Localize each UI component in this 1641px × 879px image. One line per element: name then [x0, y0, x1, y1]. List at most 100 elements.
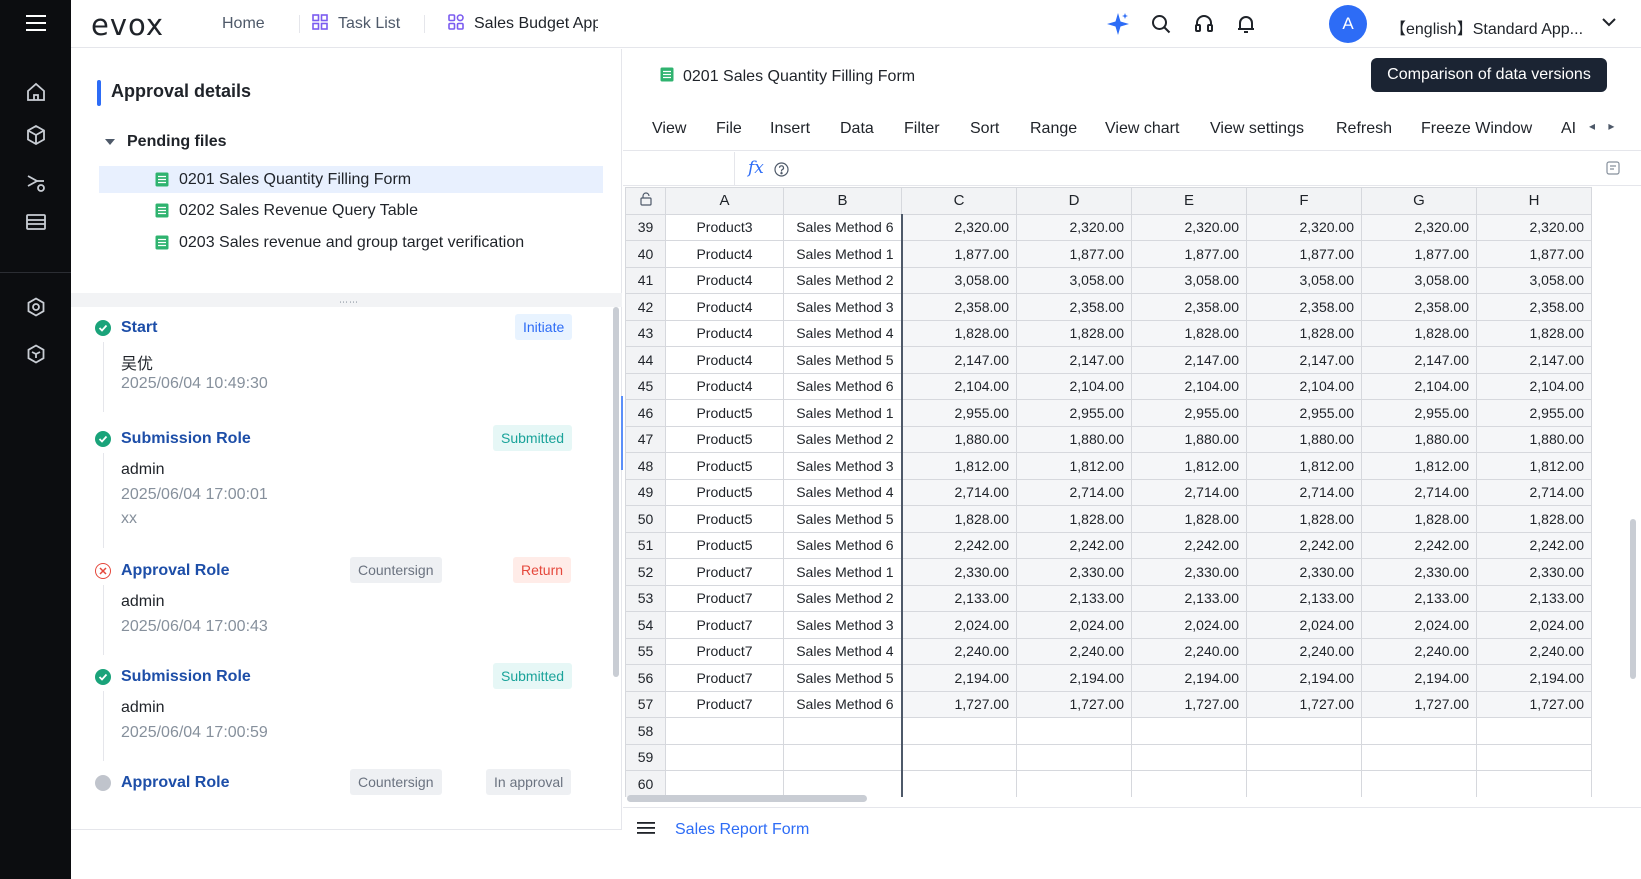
cell-value[interactable]: 2,320.00: [901, 213, 1017, 241]
cell-value[interactable]: 2,147.00: [1361, 346, 1477, 374]
cell-value[interactable]: 2,024.00: [901, 611, 1017, 639]
cell-value[interactable]: [1476, 743, 1592, 771]
cell-value[interactable]: 2,358.00: [1016, 293, 1132, 321]
cell-value[interactable]: 1,727.00: [1016, 690, 1132, 718]
cell-value[interactable]: 2,358.00: [1246, 293, 1362, 321]
cell-value[interactable]: 1,880.00: [901, 425, 1017, 453]
cell-sales-method[interactable]: Sales Method 4: [783, 637, 903, 665]
cell-value[interactable]: 2,194.00: [901, 664, 1017, 692]
cell-value[interactable]: 2,242.00: [1246, 531, 1362, 559]
cell-value[interactable]: [1361, 717, 1477, 745]
cell-value[interactable]: 2,242.00: [1131, 531, 1247, 559]
cell-value[interactable]: 2,194.00: [1131, 664, 1247, 692]
row-number[interactable]: 41: [625, 266, 666, 294]
row-number[interactable]: 52: [625, 558, 666, 586]
cell-value[interactable]: 2,240.00: [1476, 637, 1592, 665]
cell-value[interactable]: 1,812.00: [1016, 452, 1132, 480]
menu-view[interactable]: View: [652, 120, 686, 138]
cell-value[interactable]: 2,194.00: [1361, 664, 1477, 692]
column-header[interactable]: B: [783, 187, 902, 215]
left-scrollbar[interactable]: [613, 307, 619, 677]
formula-expand-icon[interactable]: [1606, 161, 1620, 178]
cell-value[interactable]: 2,024.00: [1246, 611, 1362, 639]
cell-value[interactable]: 1,727.00: [901, 690, 1017, 718]
cell-value[interactable]: 1,880.00: [1361, 425, 1477, 453]
cell-product[interactable]: Product7: [665, 584, 784, 612]
cell-value[interactable]: 2,133.00: [1246, 584, 1362, 612]
cell-value[interactable]: 2,147.00: [1131, 346, 1247, 374]
row-number[interactable]: 42: [625, 293, 666, 321]
cell-product[interactable]: Product4: [665, 293, 784, 321]
help-icon[interactable]: [774, 162, 789, 180]
cell-value[interactable]: 2,104.00: [1246, 372, 1362, 400]
cell-value[interactable]: 2,358.00: [1131, 293, 1247, 321]
select-all-corner[interactable]: [625, 187, 666, 215]
cell-value[interactable]: [1131, 717, 1247, 745]
cell-sales-method[interactable]: Sales Method 1: [783, 399, 903, 427]
file-item-0202[interactable]: 0202 Sales Revenue Query Table: [99, 197, 603, 224]
cell-value[interactable]: 2,955.00: [1016, 399, 1132, 427]
cell-sales-method[interactable]: Sales Method 5: [783, 346, 903, 374]
cell-value[interactable]: 1,828.00: [1361, 505, 1477, 533]
fx-icon[interactable]: fx: [748, 158, 764, 178]
cell-value[interactable]: 1,828.00: [1476, 505, 1592, 533]
cell-value[interactable]: 2,133.00: [1131, 584, 1247, 612]
cell-sales-method[interactable]: Sales Method 1: [783, 240, 903, 268]
cell-sales-method[interactable]: Sales Method 2: [783, 266, 903, 294]
menu-freeze-window[interactable]: Freeze Window: [1421, 120, 1532, 138]
cell-value[interactable]: 2,330.00: [1476, 558, 1592, 586]
cell-value[interactable]: 1,727.00: [1246, 690, 1362, 718]
cell-value[interactable]: 2,330.00: [1361, 558, 1477, 586]
menu-refresh[interactable]: Refresh: [1336, 120, 1392, 138]
sheet-list-icon[interactable]: [637, 820, 655, 839]
cell-value[interactable]: 1,877.00: [1131, 240, 1247, 268]
cell-value[interactable]: 1,828.00: [1016, 505, 1132, 533]
cell-product[interactable]: Product5: [665, 531, 784, 559]
row-number[interactable]: 40: [625, 240, 666, 268]
cell-value[interactable]: 1,880.00: [1476, 425, 1592, 453]
cell-product[interactable]: [665, 770, 784, 797]
cell-value[interactable]: 2,714.00: [1131, 478, 1247, 506]
cell-value[interactable]: [1131, 770, 1247, 797]
cell-sales-method[interactable]: Sales Method 1: [783, 558, 903, 586]
row-number[interactable]: 53: [625, 584, 666, 612]
cell-product[interactable]: Product4: [665, 240, 784, 268]
cell-value[interactable]: 2,104.00: [1016, 372, 1132, 400]
cell-value[interactable]: 2,320.00: [1016, 213, 1132, 241]
cell-value[interactable]: 2,024.00: [1131, 611, 1247, 639]
settings-icon[interactable]: [0, 287, 71, 327]
cell-value[interactable]: 1,727.00: [1361, 690, 1477, 718]
cell-value[interactable]: [1476, 770, 1592, 797]
ai-sparkle-icon[interactable]: [1106, 12, 1130, 36]
cell-value[interactable]: 1,877.00: [1016, 240, 1132, 268]
cell-value[interactable]: 1,877.00: [1361, 240, 1477, 268]
cell-value[interactable]: 2,147.00: [901, 346, 1017, 374]
cell-value[interactable]: 2,955.00: [901, 399, 1017, 427]
cell-value[interactable]: 2,133.00: [1016, 584, 1132, 612]
cell-value[interactable]: 2,714.00: [1476, 478, 1592, 506]
cell-value[interactable]: 2,133.00: [1476, 584, 1592, 612]
cell-value[interactable]: [1131, 743, 1247, 771]
menu-insert[interactable]: Insert: [770, 120, 810, 138]
cell-value[interactable]: 1,880.00: [1246, 425, 1362, 453]
cell-value[interactable]: 2,133.00: [1361, 584, 1477, 612]
pending-files-toggle[interactable]: Pending files: [105, 133, 227, 151]
row-number[interactable]: 51: [625, 531, 666, 559]
cell-product[interactable]: Product4: [665, 372, 784, 400]
cell-value[interactable]: 1,727.00: [1131, 690, 1247, 718]
cell-product[interactable]: Product7: [665, 664, 784, 692]
cell-value[interactable]: 2,330.00: [901, 558, 1017, 586]
cell-sales-method[interactable]: Sales Method 6: [783, 531, 903, 559]
cell-sales-method[interactable]: Sales Method 5: [783, 505, 903, 533]
cell-value[interactable]: 2,330.00: [1131, 558, 1247, 586]
cell-value[interactable]: 1,877.00: [1476, 240, 1592, 268]
row-number[interactable]: 48: [625, 452, 666, 480]
cell-value[interactable]: [901, 770, 1017, 797]
cell-value[interactable]: 2,194.00: [1476, 664, 1592, 692]
cell-value[interactable]: 1,828.00: [1131, 319, 1247, 347]
row-number[interactable]: 43: [625, 319, 666, 347]
cell-value[interactable]: [1016, 717, 1132, 745]
cell-sales-method[interactable]: Sales Method 3: [783, 611, 903, 639]
cell-value[interactable]: 1,877.00: [1246, 240, 1362, 268]
cell-value[interactable]: 2,242.00: [1476, 531, 1592, 559]
